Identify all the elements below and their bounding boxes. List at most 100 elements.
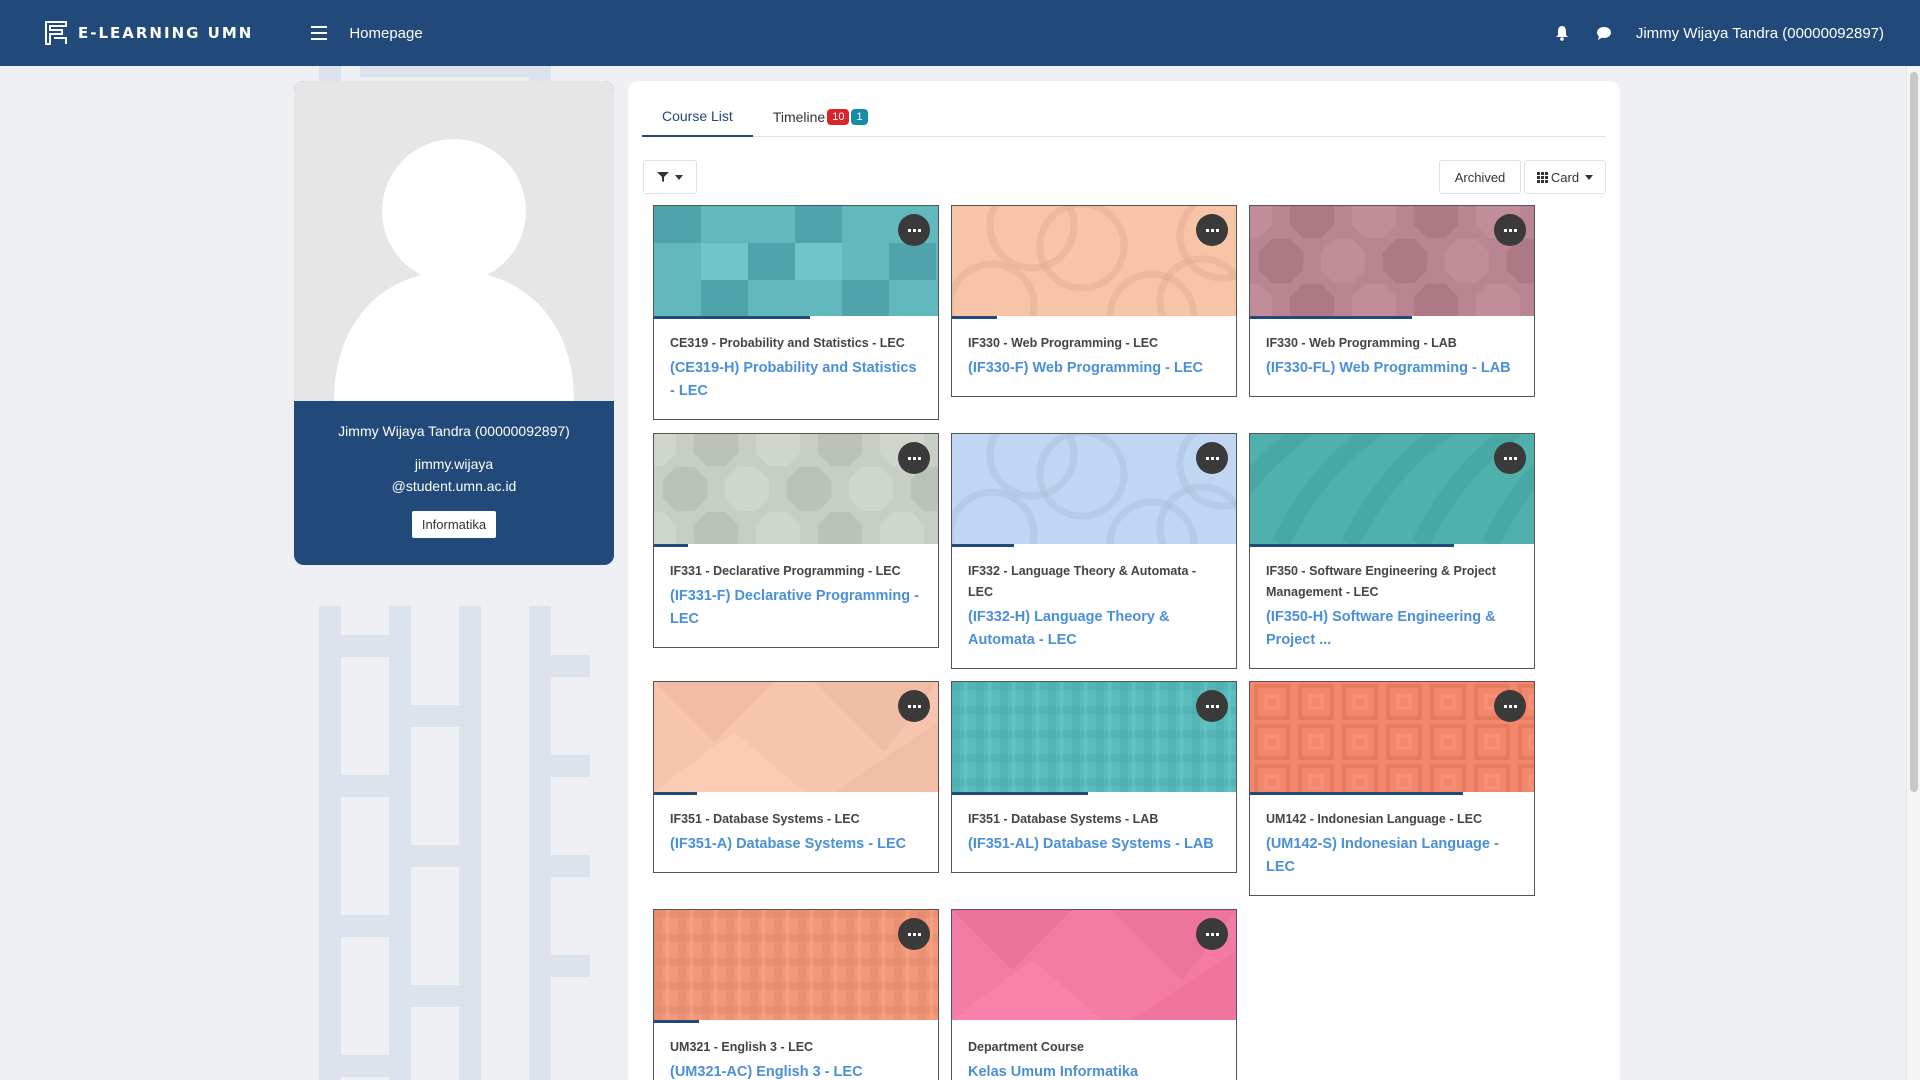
more-options-icon[interactable] bbox=[1196, 690, 1228, 722]
course-title-link[interactable]: (IF331-F) Declarative Programming - LEC bbox=[670, 585, 922, 631]
course-category: UM142 - Indonesian Language - LEC bbox=[1266, 812, 1482, 826]
chevron-down-icon bbox=[1585, 174, 1594, 180]
umn-logo-icon bbox=[45, 21, 67, 45]
course-card[interactable]: IF330 - Web Programming - LEC (IF330-F) W… bbox=[951, 205, 1237, 397]
top-navbar: E-LEARNING UMN Homepage Jimmy Wijaya Tan… bbox=[0, 0, 1920, 66]
profile-avatar bbox=[294, 81, 614, 401]
course-category: IF350 - Software Engineering & Project M… bbox=[1266, 564, 1496, 599]
course-category: IF351 - Database Systems - LEC bbox=[670, 812, 860, 826]
course-image-pattern bbox=[1250, 206, 1534, 316]
course-image[interactable] bbox=[654, 434, 938, 544]
course-image[interactable] bbox=[952, 206, 1236, 316]
brand[interactable]: E-LEARNING UMN bbox=[44, 20, 253, 46]
course-title-link[interactable]: (IF350-H) Software Engineering & Project… bbox=[1266, 606, 1518, 652]
more-options-icon[interactable] bbox=[898, 442, 930, 474]
bell-icon[interactable] bbox=[1552, 23, 1572, 43]
course-image[interactable] bbox=[1250, 682, 1534, 792]
course-image-pattern bbox=[952, 206, 1236, 316]
view-mode-dropdown[interactable]: Card bbox=[1524, 160, 1606, 194]
more-options-icon[interactable] bbox=[1494, 690, 1526, 722]
tab-course-list-label: Course List bbox=[662, 108, 733, 124]
course-title-link[interactable]: (CE319-H) Probability and Statistics - L… bbox=[670, 357, 922, 403]
course-title-link[interactable]: (IF330-F) Web Programming - LEC bbox=[968, 357, 1220, 380]
course-title-link[interactable]: Kelas Umum Informatika bbox=[968, 1061, 1220, 1080]
course-image[interactable] bbox=[952, 910, 1236, 1020]
timeline-badge-overdue: 10 bbox=[827, 109, 850, 125]
course-card[interactable]: IF351 - Database Systems - LAB (IF351-AL)… bbox=[951, 681, 1237, 873]
course-image-pattern bbox=[952, 682, 1236, 792]
course-title-link[interactable]: (IF351-A) Database Systems - LEC bbox=[670, 833, 922, 856]
course-category: IF351 - Database Systems - LAB bbox=[968, 812, 1159, 826]
course-category: Department Course bbox=[968, 1040, 1084, 1054]
tab-timeline[interactable]: Timeline 10 1 bbox=[753, 97, 888, 137]
default-avatar-icon bbox=[334, 139, 574, 401]
more-options-icon[interactable] bbox=[1494, 214, 1526, 246]
brand-name: E-LEARNING UMN bbox=[78, 24, 254, 42]
homepage-link[interactable]: Homepage bbox=[349, 25, 422, 42]
course-card-body: IF330 - Web Programming - LAB (IF330-FL) … bbox=[1250, 319, 1534, 396]
course-card[interactable]: CE319 - Probability and Statistics - LEC… bbox=[653, 205, 939, 420]
more-options-icon[interactable] bbox=[1196, 214, 1228, 246]
course-category: IF330 - Web Programming - LAB bbox=[1266, 336, 1457, 350]
course-image[interactable] bbox=[1250, 434, 1534, 544]
course-image-pattern bbox=[1250, 434, 1534, 544]
course-category: IF331 - Declarative Programming - LEC bbox=[670, 564, 901, 578]
course-card[interactable]: IF330 - Web Programming - LAB (IF330-FL) … bbox=[1249, 205, 1535, 397]
course-image-pattern bbox=[654, 910, 938, 1020]
course-card[interactable]: IF350 - Software Engineering & Project M… bbox=[1249, 433, 1535, 669]
profile-email-user: jimmy.wijaya bbox=[414, 456, 494, 472]
course-image-pattern bbox=[654, 206, 938, 316]
grid-icon bbox=[1536, 171, 1548, 183]
course-image[interactable] bbox=[952, 434, 1236, 544]
more-options-icon[interactable] bbox=[1196, 918, 1228, 950]
scrollbar-thumb[interactable] bbox=[1910, 72, 1918, 792]
course-overview-panel: Course List Timeline 10 1 Archived Card … bbox=[628, 81, 1620, 1080]
course-card-body: IF330 - Web Programming - LEC (IF330-F) W… bbox=[952, 319, 1236, 396]
course-image[interactable] bbox=[1250, 206, 1534, 316]
course-card[interactable]: UM142 - Indonesian Language - LEC (UM142-… bbox=[1249, 681, 1535, 896]
course-card-body: IF350 - Software Engineering & Project M… bbox=[1250, 547, 1534, 668]
course-image[interactable] bbox=[654, 910, 938, 1020]
menu-toggle-icon[interactable] bbox=[311, 26, 328, 40]
course-image-pattern bbox=[1250, 682, 1534, 792]
more-options-icon[interactable] bbox=[1494, 442, 1526, 474]
course-card-body: IF351 - Database Systems - LAB (IF351-AL)… bbox=[952, 795, 1236, 872]
more-options-icon[interactable] bbox=[1196, 442, 1228, 474]
course-title-link[interactable]: (IF351-AL) Database Systems - LAB bbox=[968, 833, 1220, 856]
view-mode-label: Card bbox=[1550, 169, 1580, 185]
timeline-badge-upcoming: 1 bbox=[851, 109, 868, 125]
course-title-link[interactable]: (UM321-AC) English 3 - LEC bbox=[670, 1061, 922, 1080]
chat-bubble-icon[interactable] bbox=[1594, 23, 1614, 43]
user-menu[interactable]: Jimmy Wijaya Tandra (00000092897) bbox=[1636, 25, 1884, 42]
course-title-link[interactable]: (IF330-FL) Web Programming - LAB bbox=[1266, 357, 1518, 380]
more-options-icon[interactable] bbox=[898, 214, 930, 246]
course-card-body: Department Course Kelas Umum Informatika bbox=[952, 1023, 1236, 1080]
scrollbar[interactable] bbox=[1906, 66, 1920, 1080]
course-card[interactable]: UM321 - English 3 - LEC (UM321-AC) Englis… bbox=[653, 909, 939, 1080]
filter-dropdown-button[interactable] bbox=[643, 160, 697, 194]
tab-timeline-label: Timeline bbox=[772, 109, 826, 125]
more-options-icon[interactable] bbox=[898, 918, 930, 950]
tab-course-list[interactable]: Course List bbox=[642, 97, 753, 137]
course-card[interactable]: Department Course Kelas Umum Informatika bbox=[951, 909, 1237, 1080]
course-title-link[interactable]: (IF332-H) Language Theory & Automata - L… bbox=[968, 606, 1220, 652]
chevron-down-icon bbox=[675, 174, 683, 180]
course-image[interactable] bbox=[952, 682, 1236, 792]
course-card[interactable]: IF331 - Declarative Programming - LEC (IF… bbox=[653, 433, 939, 648]
course-title-link[interactable]: (UM142-S) Indonesian Language - LEC bbox=[1266, 833, 1518, 879]
course-image-pattern bbox=[952, 910, 1236, 1020]
course-image[interactable] bbox=[654, 682, 938, 792]
course-card-body: CE319 - Probability and Statistics - LEC… bbox=[654, 319, 938, 419]
course-card[interactable]: IF351 - Database Systems - LEC (IF351-A) … bbox=[653, 681, 939, 873]
more-options-icon[interactable] bbox=[898, 690, 930, 722]
course-category: UM321 - English 3 - LEC bbox=[670, 1040, 814, 1054]
course-tabs: Course List Timeline 10 1 bbox=[642, 97, 1606, 137]
department-badge[interactable]: Informatika bbox=[411, 511, 497, 538]
course-image[interactable] bbox=[654, 206, 938, 316]
course-card[interactable]: IF332 - Language Theory & Automata - LEC… bbox=[951, 433, 1237, 669]
course-card-body: UM142 - Indonesian Language - LEC (UM142-… bbox=[1250, 795, 1534, 895]
course-card-body: IF332 - Language Theory & Automata - LEC… bbox=[952, 547, 1236, 668]
course-category: IF332 - Language Theory & Automata - LEC bbox=[968, 564, 1197, 599]
profile-name: Jimmy Wijaya Tandra (00000092897) bbox=[338, 423, 570, 439]
archived-button[interactable]: Archived bbox=[1439, 160, 1521, 194]
